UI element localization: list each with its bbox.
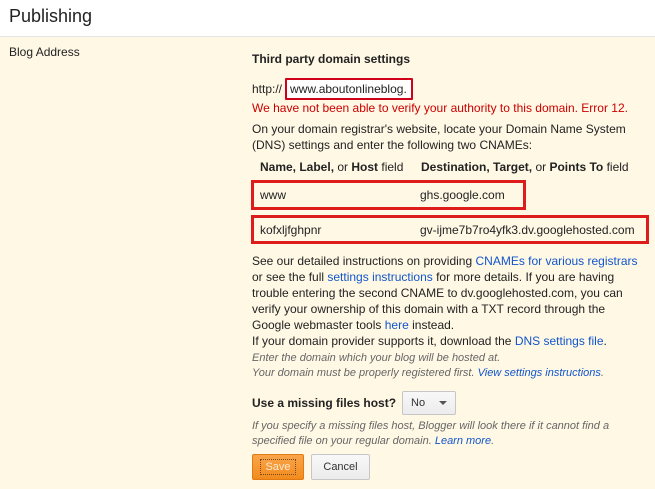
missing-files-hint: If you specify a missing files host, Blo… [252,420,610,447]
missing-files-row: Use a missing files host? No [252,390,457,416]
cname-row: www ghs.google.com [251,180,526,210]
learn-more-link[interactable]: Learn more [435,435,491,447]
cname-row: kofxljfghpnr gv-ijme7b7ro4yfk3.dv.google… [251,215,649,244]
missing-files-select[interactable]: No [402,391,457,415]
settings-panel: Blog Address Third party domain settings… [0,37,655,489]
error-message: We have not been able to verify your aut… [252,101,628,115]
dns-instructions: On your domain registrar's website, loca… [252,122,626,152]
settings-instructions-link[interactable]: settings instructions [327,270,432,284]
cname-name: www [260,188,286,202]
domain-row: http:// www.aboutonlineblog. [252,77,414,101]
webmaster-tools-link[interactable]: here [385,318,409,332]
save-button[interactable]: Save [252,454,304,480]
domain-input[interactable]: www.aboutonlineblog. [285,78,414,100]
domain-hint: Enter the domain which your blog will be… [252,352,604,379]
chevron-down-icon [439,401,448,405]
missing-files-value: No [411,397,426,409]
help-text: See our detailed instructions on providi… [252,254,638,348]
missing-files-label: Use a missing files host? [252,396,397,410]
dns-settings-file-link[interactable]: DNS settings file [515,334,604,348]
http-prefix: http:// [252,82,283,96]
domain-input-value: www.aboutonlineblog. [290,82,407,96]
cancel-button[interactable]: Cancel [311,454,370,480]
save-button-label: Save [260,459,296,475]
page-title: Publishing [9,6,93,26]
cname-header-name: Name, Label, or Host field [260,160,404,174]
cnames-registrars-link[interactable]: CNAMEs for various registrars [475,254,637,268]
cname-destination: gv-ijme7b7ro4yfk3.dv.googlehosted.com [420,222,635,237]
cname-name: kofxljfghpnr [260,222,322,237]
cname-destination: ghs.google.com [420,188,505,202]
blog-address-label: Blog Address [9,45,80,59]
view-settings-instructions-link[interactable]: View settings instructions [478,367,601,379]
cname-header-destination: Destination, Target, or Points To field [421,160,629,174]
section-heading: Third party domain settings [252,52,411,66]
